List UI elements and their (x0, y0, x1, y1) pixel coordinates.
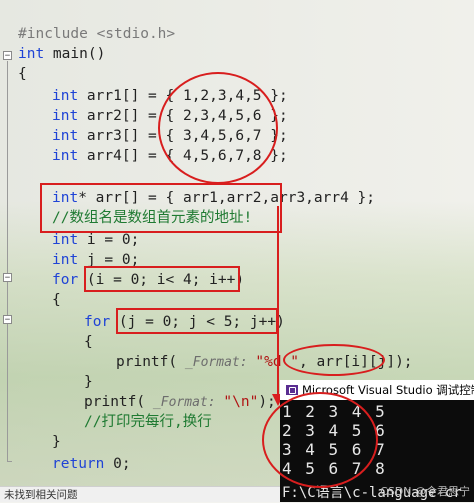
csdn-watermark: CSDN @令君思宁 (380, 485, 470, 498)
annotation-circle-output (262, 392, 378, 488)
status-bar: 未找到相关问题 (0, 486, 280, 502)
visual-studio-icon (286, 385, 298, 395)
status-text: 未找到相关问题 (4, 489, 78, 501)
